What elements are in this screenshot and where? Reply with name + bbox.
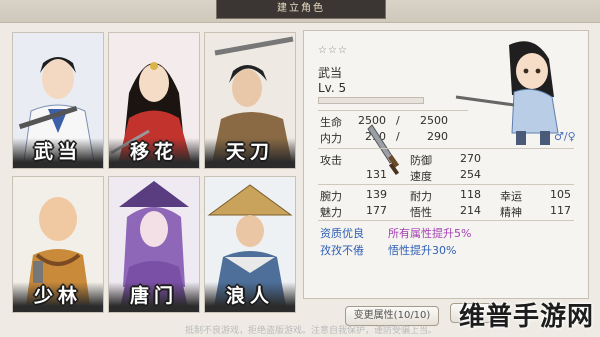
speed-value: 254 xyxy=(460,168,481,181)
class-card-langren[interactable]: 浪人 xyxy=(204,176,296,313)
hp-max: 2500 xyxy=(420,114,448,127)
attack-label: 攻击 xyxy=(320,154,342,167)
endure-label: 耐力 xyxy=(410,190,432,203)
watermark: 维普手游网 xyxy=(458,302,594,332)
card-label: 天刀 xyxy=(225,141,274,163)
divider xyxy=(318,148,574,149)
trait-effect: 所有属性提升5% xyxy=(388,227,472,240)
level-label: Lv. 5 xyxy=(318,81,347,95)
spirit-label: 精神 xyxy=(500,206,522,219)
spirit-value: 117 xyxy=(550,204,571,217)
exp-bar xyxy=(318,97,424,104)
wisdom-label: 悟性 xyxy=(410,206,432,219)
gender-icon[interactable]: ♂/♀ xyxy=(554,130,576,143)
card-label: 浪人 xyxy=(225,285,274,307)
wrist-value: 139 xyxy=(366,188,387,201)
wisdom-value: 214 xyxy=(460,204,481,217)
footer-notice: 抵制不良游戏，拒绝盗版游戏。注意自我保护，谨防受骗上当。 xyxy=(185,326,438,336)
class-card-shaolin[interactable]: 少林 xyxy=(12,176,104,313)
card-label: 唐门 xyxy=(129,285,178,307)
divider xyxy=(318,184,574,185)
trait-name: 孜孜不倦 xyxy=(320,244,364,257)
class-card-wudang[interactable]: 武当 xyxy=(12,32,104,169)
divider xyxy=(318,110,468,111)
defense-value: 270 xyxy=(460,152,481,165)
mp-max: 290 xyxy=(427,130,448,143)
class-card-tangmen[interactable]: 唐门 xyxy=(108,176,200,313)
hp-label: 生命 xyxy=(320,116,342,129)
attack-value: 131 xyxy=(366,168,387,181)
page-title: 建立角色 xyxy=(216,0,386,19)
charm-value: 177 xyxy=(366,204,387,217)
endure-value: 118 xyxy=(460,188,481,201)
speed-label: 速度 xyxy=(410,170,432,183)
character-info-panel: ☆☆☆ 武当 Lv. 5 生命 2500 / 2500 内力 290 / 290… xyxy=(303,30,589,299)
trait-name: 资质优良 xyxy=(320,227,364,240)
divider xyxy=(318,220,574,221)
charm-label: 魅力 xyxy=(320,206,342,219)
card-label: 少林 xyxy=(33,285,82,307)
mp-label: 内力 xyxy=(320,132,342,145)
wrist-label: 腕力 xyxy=(320,190,342,203)
luck-value: 105 xyxy=(550,188,571,201)
sect-name: 武当 xyxy=(318,66,343,80)
rarity-stars: ☆☆☆ xyxy=(318,45,348,56)
card-label: 移花 xyxy=(129,141,178,163)
card-label: 武当 xyxy=(33,141,82,163)
defense-label: 防御 xyxy=(410,154,432,167)
luck-label: 幸运 xyxy=(500,190,522,203)
trait-effect: 悟性提升30% xyxy=(388,244,457,257)
class-card-tiandao[interactable]: 天刀 xyxy=(204,32,296,169)
class-card-yihua[interactable]: 移花 xyxy=(108,32,200,169)
